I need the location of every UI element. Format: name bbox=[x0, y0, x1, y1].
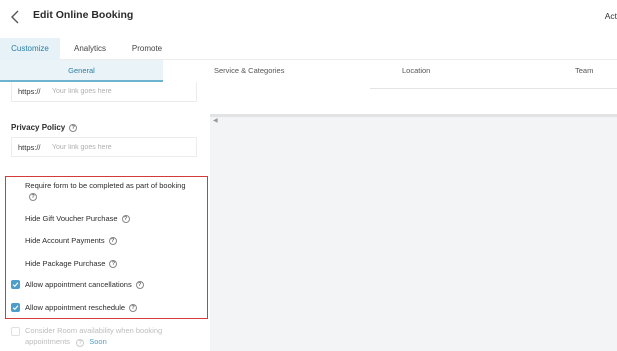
url-prefix: https:// bbox=[18, 87, 41, 96]
option-require-form[interactable]: Require form to be completed as part of … bbox=[25, 181, 205, 201]
option-hide-gift-voucher[interactable]: Hide Gift Voucher Purchase ? bbox=[25, 214, 130, 223]
check-icon bbox=[12, 282, 19, 288]
subtab-bar: General Service & Categories Location Te… bbox=[0, 60, 617, 82]
checkbox-checked[interactable] bbox=[11, 280, 20, 289]
option-allow-cancellations[interactable]: Allow appointment cancellations ? bbox=[11, 280, 144, 289]
option-hide-package-purchase[interactable]: Hide Package Purchase ? bbox=[25, 259, 118, 268]
booking-link-field: https:// bbox=[11, 82, 197, 102]
preview-panel bbox=[210, 114, 617, 351]
checkbox-checked[interactable] bbox=[11, 303, 20, 312]
privacy-policy-text: Privacy Policy bbox=[11, 123, 66, 132]
subtab-location[interactable]: Location bbox=[402, 60, 430, 82]
help-icon[interactable]: ? bbox=[29, 193, 37, 201]
option-label: Hide Account Payments bbox=[25, 236, 105, 245]
option-hide-account-payments[interactable]: Hide Account Payments ? bbox=[25, 236, 117, 245]
header: Edit Online Booking Act bbox=[0, 0, 617, 36]
help-icon[interactable]: ? bbox=[129, 303, 138, 312]
option-consider-room: Consider Room availability when booking … bbox=[11, 325, 196, 347]
page-title: Edit Online Booking bbox=[33, 9, 134, 21]
soon-badge: Soon bbox=[89, 337, 107, 346]
help-icon[interactable]: ? bbox=[135, 280, 144, 289]
privacy-policy-label: Privacy Policy ? bbox=[11, 123, 78, 132]
help-icon[interactable]: ? bbox=[121, 214, 130, 223]
option-label: Hide Package Purchase bbox=[25, 259, 106, 268]
help-icon[interactable]: ? bbox=[109, 259, 118, 268]
help-icon[interactable]: ? bbox=[69, 123, 78, 132]
scroll-left-icon[interactable]: ◀ bbox=[213, 117, 218, 124]
option-label: Allow appointment reschedule bbox=[25, 303, 126, 312]
tab-bar: Customize Analytics Promote bbox=[0, 38, 617, 60]
booking-link-input[interactable] bbox=[52, 88, 196, 95]
online-booking-editor: Edit Online Booking Act Customize Analyt… bbox=[0, 0, 617, 351]
tab-promote[interactable]: Promote bbox=[122, 38, 172, 60]
divider bbox=[370, 88, 617, 89]
check-icon bbox=[12, 305, 19, 311]
url-prefix: https:// bbox=[18, 142, 41, 152]
subtab-general[interactable]: General bbox=[0, 60, 163, 82]
tab-analytics[interactable]: Analytics bbox=[62, 38, 118, 60]
subtab-team[interactable]: Team bbox=[575, 60, 593, 82]
privacy-policy-field: https:// bbox=[11, 137, 197, 157]
option-label: Require form to be completed as part of … bbox=[25, 181, 186, 190]
help-icon: ? bbox=[76, 339, 85, 347]
help-icon[interactable]: ? bbox=[108, 236, 117, 245]
option-allow-reschedule[interactable]: Allow appointment reschedule ? bbox=[11, 303, 138, 312]
subtab-service-categories[interactable]: Service & Categories bbox=[214, 60, 284, 82]
option-label: Allow appointment cancellations bbox=[25, 280, 132, 289]
privacy-policy-input[interactable] bbox=[52, 143, 196, 151]
back-icon[interactable] bbox=[8, 8, 24, 26]
option-label: Hide Gift Voucher Purchase bbox=[25, 214, 118, 223]
tab-customize[interactable]: Customize bbox=[0, 38, 60, 60]
actions-label[interactable]: Act bbox=[605, 11, 617, 21]
